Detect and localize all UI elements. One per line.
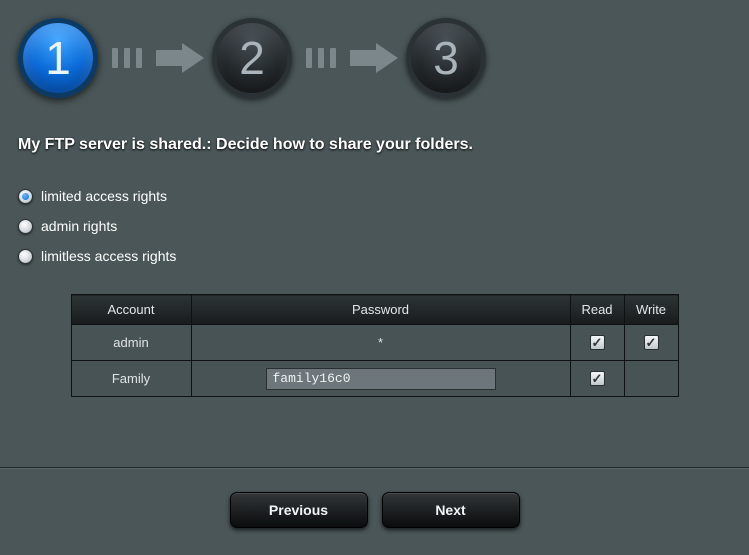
header-password: Password bbox=[191, 295, 570, 325]
header-read: Read bbox=[570, 295, 624, 325]
cell-write bbox=[624, 325, 678, 361]
checkbox-read-admin[interactable] bbox=[590, 335, 605, 350]
cell-password: * bbox=[191, 325, 570, 361]
step-2-number: 2 bbox=[239, 31, 265, 85]
step-3-number: 3 bbox=[433, 31, 459, 85]
header-account: Account bbox=[71, 295, 191, 325]
table-row: Family bbox=[71, 361, 678, 397]
cell-account: admin bbox=[71, 325, 191, 361]
checkbox-write-admin[interactable] bbox=[644, 335, 659, 350]
accounts-table: Account Password Read Write admin * Fami… bbox=[71, 294, 679, 397]
radio-icon bbox=[18, 249, 33, 264]
arrow-right-icon bbox=[156, 43, 204, 73]
page-title: My FTP server is shared.: Decide how to … bbox=[18, 136, 731, 154]
previous-button[interactable]: Previous bbox=[230, 492, 368, 528]
cell-read bbox=[570, 325, 624, 361]
radio-icon bbox=[18, 189, 33, 204]
radio-icon bbox=[18, 219, 33, 234]
table-row: admin * bbox=[71, 325, 678, 361]
cell-read bbox=[570, 361, 624, 397]
step-1-circle: 1 bbox=[18, 18, 98, 98]
radio-admin-rights[interactable]: admin rights bbox=[18, 218, 731, 234]
wizard-button-row: Previous Next bbox=[0, 492, 749, 528]
step-2-circle: 2 bbox=[212, 18, 292, 98]
step-1-number: 1 bbox=[45, 31, 71, 85]
cell-account: Family bbox=[71, 361, 191, 397]
radio-label: admin rights bbox=[41, 218, 117, 234]
step-dots-2 bbox=[306, 48, 336, 68]
radio-label: limitless access rights bbox=[41, 248, 176, 264]
cell-write bbox=[624, 361, 678, 397]
wizard-steps: 1 2 3 bbox=[18, 18, 731, 98]
radio-label: limited access rights bbox=[41, 188, 167, 204]
checkbox-read-family[interactable] bbox=[590, 371, 605, 386]
access-rights-radio-group: limited access rights admin rights limit… bbox=[18, 188, 731, 264]
next-button[interactable]: Next bbox=[382, 492, 520, 528]
step-dots-1 bbox=[112, 48, 142, 68]
cell-password bbox=[191, 361, 570, 397]
step-3-circle: 3 bbox=[406, 18, 486, 98]
radio-limited-access[interactable]: limited access rights bbox=[18, 188, 731, 204]
header-write: Write bbox=[624, 295, 678, 325]
arrow-right-icon bbox=[350, 43, 398, 73]
password-input-family[interactable] bbox=[266, 368, 496, 390]
divider bbox=[0, 467, 749, 468]
radio-limitless-access[interactable]: limitless access rights bbox=[18, 248, 731, 264]
